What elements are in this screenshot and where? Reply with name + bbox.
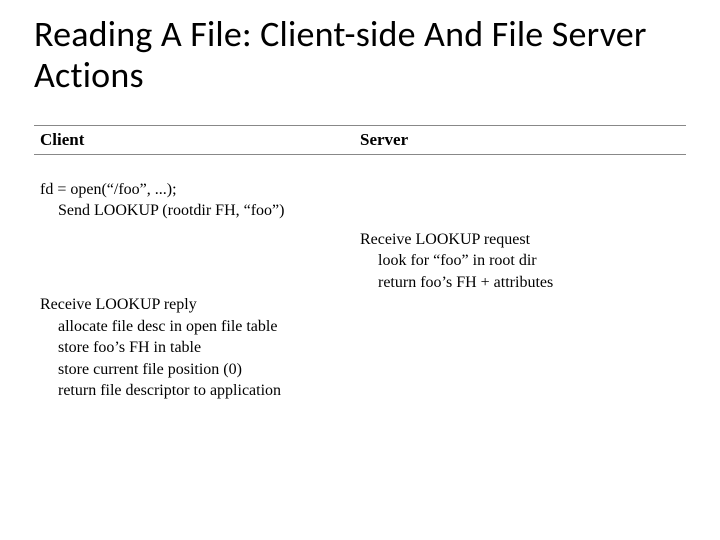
client-line: fd = open(“/foo”, ...); [40, 179, 360, 201]
server-line: return foo’s FH + attributes [360, 272, 686, 294]
slide: Reading A File: Client-side And File Ser… [0, 0, 720, 540]
client-header: Client [40, 130, 84, 149]
client-line: Send LOOKUP (rootdir FH, “foo”) [40, 200, 360, 222]
server-line: look for “foo” in root dir [360, 250, 686, 272]
server-header: Server [360, 130, 408, 149]
protocol-body: fd = open(“/foo”, ...); Send LOOKUP (roo… [34, 179, 686, 420]
spacer [360, 179, 686, 229]
server-line: Receive LOOKUP request [360, 229, 686, 251]
client-column-header-cell: Client [34, 130, 360, 150]
page-title: Reading A File: Client-side And File Ser… [34, 14, 686, 97]
server-block-1: Receive LOOKUP request look for “foo” in… [360, 229, 686, 294]
client-block-2: Receive LOOKUP reply allocate file desc … [40, 294, 360, 402]
client-line: store current file position (0) [40, 359, 360, 381]
client-column: fd = open(“/foo”, ...); Send LOOKUP (roo… [34, 179, 360, 420]
client-block-1: fd = open(“/foo”, ...); Send LOOKUP (roo… [40, 179, 360, 222]
client-line: store foo’s FH in table [40, 337, 360, 359]
server-column: Receive LOOKUP request look for “foo” in… [360, 179, 686, 420]
column-headers: Client Server [34, 125, 686, 155]
client-line: Receive LOOKUP reply [40, 294, 360, 316]
client-line: allocate file desc in open file table [40, 316, 360, 338]
client-line: return file descriptor to application [40, 380, 360, 402]
protocol-table: Client Server fd = open(“/foo”, ...); Se… [34, 125, 686, 420]
server-column-header-cell: Server [360, 130, 686, 150]
spacer [40, 240, 360, 294]
